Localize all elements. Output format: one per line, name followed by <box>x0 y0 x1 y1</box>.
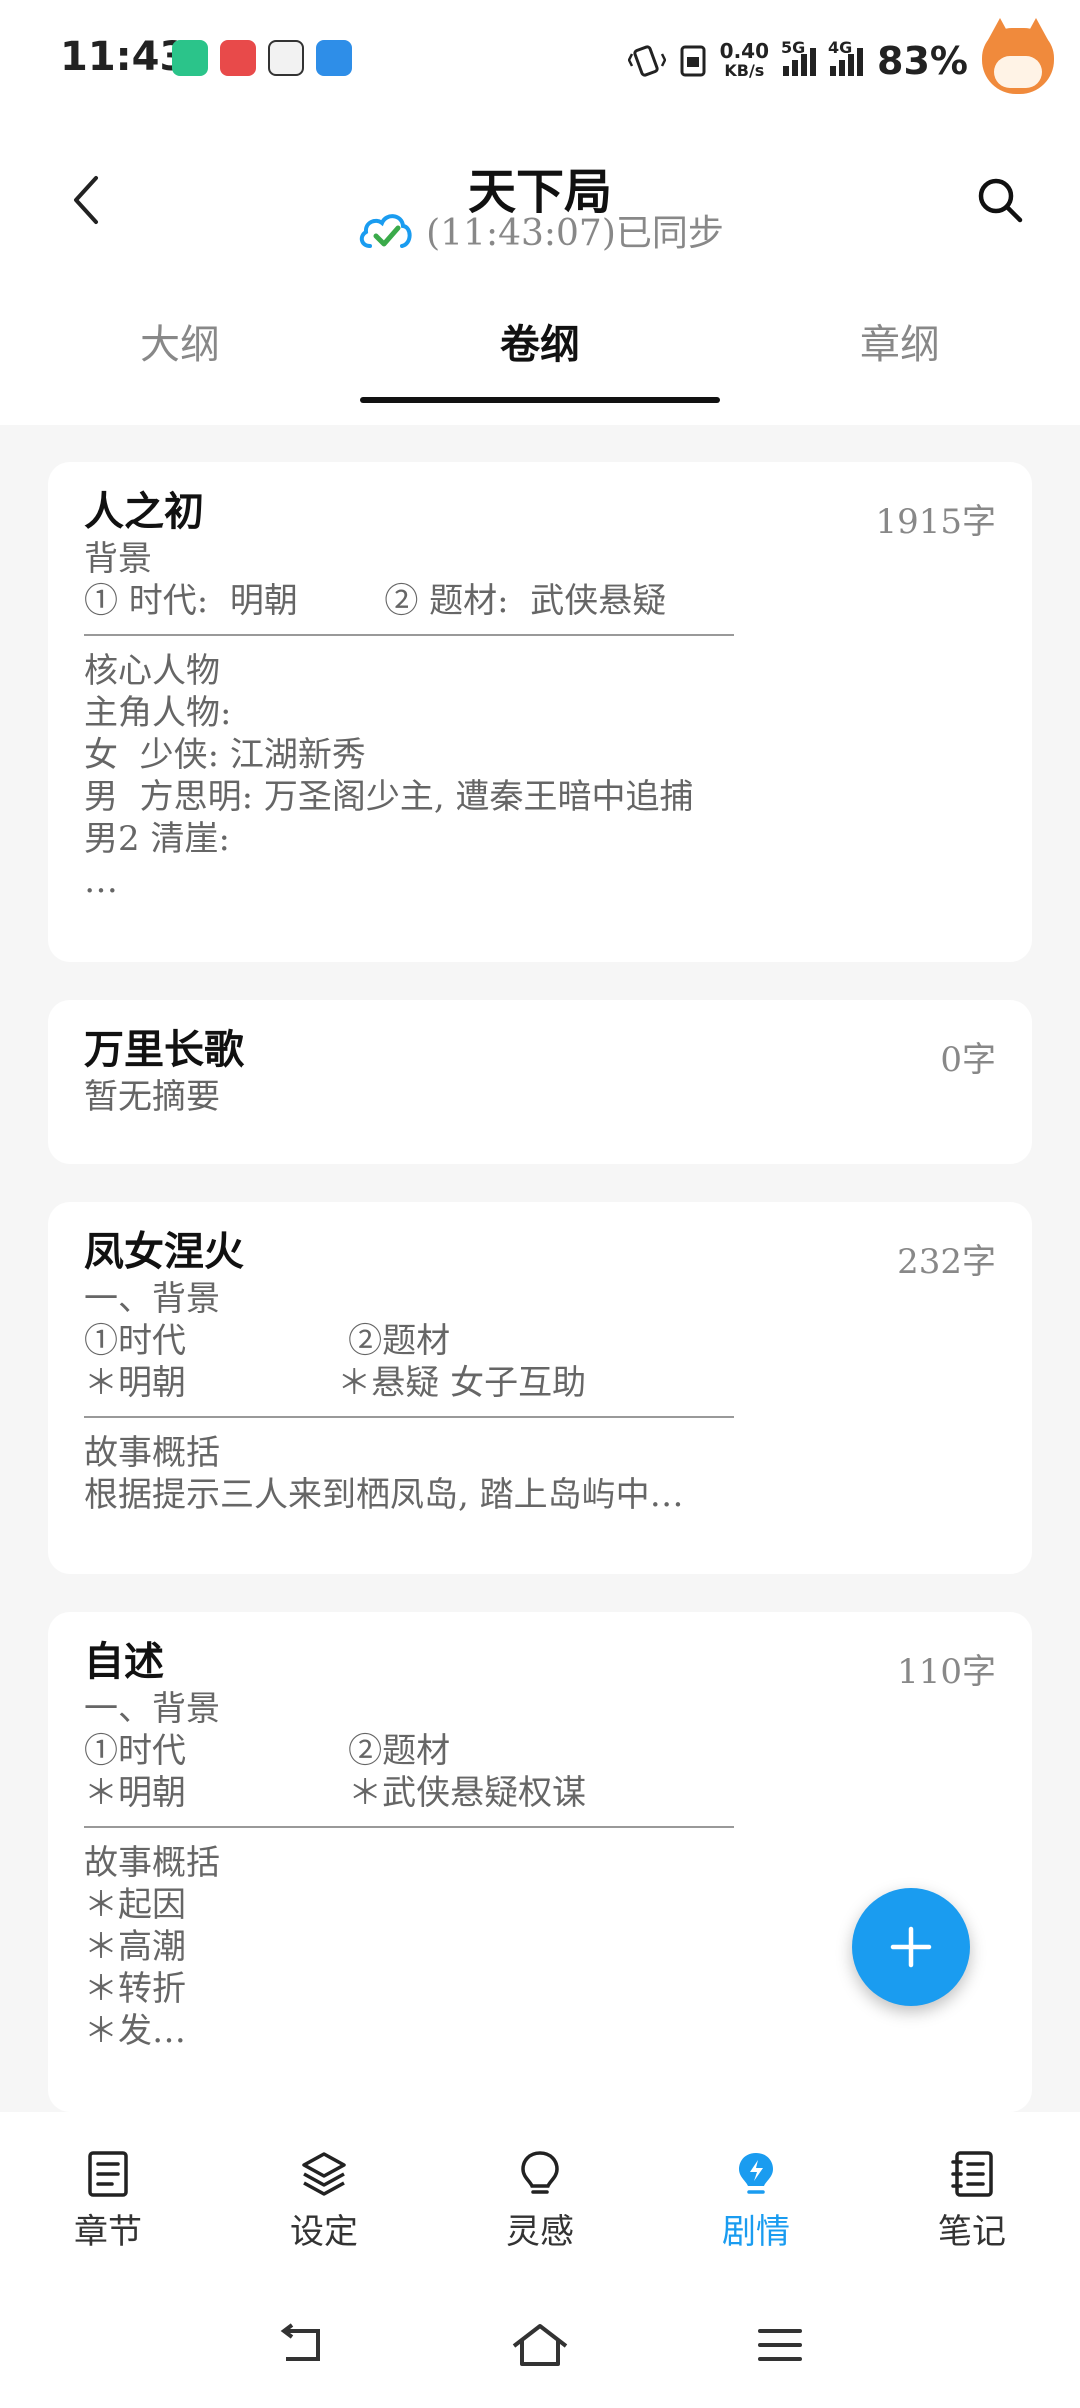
cloud-check-icon <box>359 214 412 248</box>
nav-label: 笔记 <box>938 2212 1006 2252</box>
word-count: 110字 <box>897 1652 996 1692</box>
vibrate-icon <box>627 45 666 77</box>
panda-app-icon <box>268 40 304 76</box>
summary-line: 暂无摘要 <box>84 1077 220 1117</box>
system-menu-button[interactable] <box>750 2320 810 2370</box>
divider <box>84 1416 734 1418</box>
nav-item-notes[interactable]: 笔记 <box>864 2150 1080 2253</box>
word-count: 232字 <box>897 1242 996 1282</box>
shield-app-icon <box>172 40 208 76</box>
signal-5g-icon: 5G <box>781 38 817 76</box>
chapter-icon <box>88 2151 128 2197</box>
plot-icon <box>739 2153 773 2194</box>
divider <box>84 1826 734 1828</box>
system-nav-bar <box>0 2280 1080 2408</box>
fox-avatar-icon <box>982 18 1054 94</box>
tab-chapter-outline[interactable]: 章纲 <box>720 312 1080 370</box>
volume-card[interactable]: 自述 110字 一、背景 ①时代 ②题材 ＊明朝 ＊武侠悬疑权谋 故事概括 ＊起… <box>48 1612 1032 2112</box>
plus-icon <box>890 1926 932 1968</box>
back-arrow-icon <box>280 2323 320 2361</box>
signal-4g-icon: 4G <box>828 38 864 76</box>
card-title: 凤女涅火 <box>84 1229 244 1275</box>
battery-level: 83% <box>877 39 968 83</box>
volume-card[interactable]: 人之初 1915字 背景 ① 时代: 明朝 ② 题材: 武侠悬疑 核心人物 主角… <box>48 462 1032 962</box>
nav-label: 灵感 <box>506 2212 574 2252</box>
summary-line: 一、背景 <box>84 1279 220 1319</box>
summary-line: 核心人物 <box>84 651 220 691</box>
check-app-icon <box>316 40 352 76</box>
notebook-icon <box>951 2151 993 2197</box>
system-back-button[interactable] <box>270 2320 330 2370</box>
summary-line: … <box>84 861 118 901</box>
card-title: 万里长歌 <box>84 1027 244 1073</box>
summary-line: ＊明朝 ＊武侠悬疑权谋 <box>84 1773 587 1813</box>
sim-icon <box>680 45 706 77</box>
summary-line: 故事概括 <box>84 1843 220 1883</box>
summary-line: ＊发… <box>84 2011 186 2051</box>
nav-item-chapters[interactable]: 章节 <box>0 2150 216 2253</box>
volume-card[interactable]: 万里长歌 0字 暂无摘要 <box>48 1000 1032 1164</box>
status-time: 11:43 <box>60 34 188 80</box>
menu-icon <box>758 2329 802 2361</box>
layers-icon <box>302 2152 346 2196</box>
app-header: 天下局 (11:43:07)已同步 大纲 卷纲 章纲 <box>0 120 1080 425</box>
status-bar: 11:43 0.40 KB/s 5G 4G 83% <box>0 0 1080 120</box>
summary-line: 背景 <box>84 539 152 579</box>
nav-item-settings[interactable]: 设定 <box>216 2150 432 2253</box>
summary-line: 故事概括 <box>84 1433 220 1473</box>
summary-line: 主角人物: <box>84 693 232 733</box>
bottom-nav: 章节 设定 灵感 剧情 笔记 <box>0 2112 1080 2280</box>
summary-line: 根据提示三人来到栖凤岛, 踏上岛屿中… <box>84 1475 684 1515</box>
tab-bar: 大纲 卷纲 章纲 <box>0 300 1080 420</box>
tab-indicator <box>360 397 720 403</box>
sync-status: (11:43:07)已同步 <box>0 204 1080 256</box>
word-count: 1915字 <box>875 502 996 542</box>
summary-line: 男2 清崖: <box>84 819 230 859</box>
divider <box>84 634 734 636</box>
summary-line: ① 时代: 明朝 ② 题材: 武侠悬疑 <box>84 581 667 621</box>
search-icon <box>978 178 1023 223</box>
tab-outline[interactable]: 大纲 <box>0 312 360 370</box>
nav-label: 章节 <box>74 2212 142 2252</box>
summary-line: ①时代 ②题材 <box>84 1321 451 1361</box>
summary-line: 男 方思明: 万圣阁少主, 遭秦王暗中追捕 <box>84 777 694 817</box>
system-home-button[interactable] <box>510 2320 570 2370</box>
word-count: 0字 <box>940 1040 996 1080</box>
nav-label: 剧情 <box>722 2212 790 2252</box>
notification-icons <box>172 40 352 76</box>
volume-card[interactable]: 凤女涅火 232字 一、背景 ①时代 ②题材 ＊明朝 ＊悬疑 女子互助 故事概括… <box>48 1202 1032 1574</box>
add-button[interactable] <box>852 1888 970 2006</box>
summary-line: ①时代 ②题材 <box>84 1731 451 1771</box>
tab-volume-outline[interactable]: 卷纲 <box>360 312 720 370</box>
lightbulb-icon <box>521 2151 559 2194</box>
summary-line: 女 少侠: 江湖新秀 <box>84 735 366 775</box>
summary-line: 一、背景 <box>84 1689 220 1729</box>
home-icon <box>512 2324 568 2366</box>
sync-text: (11:43:07)已同步 <box>426 213 724 254</box>
search-button[interactable] <box>970 170 1030 230</box>
card-title: 人之初 <box>84 489 204 535</box>
clown-app-icon <box>220 40 256 76</box>
nav-label: 设定 <box>290 2212 358 2252</box>
net-speed: 0.40 KB/s <box>719 39 770 80</box>
nav-item-plot[interactable]: 剧情 <box>648 2150 864 2253</box>
nav-item-inspiration[interactable]: 灵感 <box>432 2150 648 2253</box>
summary-line: ＊明朝 ＊悬疑 女子互助 <box>84 1363 587 1403</box>
card-title: 自述 <box>84 1639 164 1685</box>
